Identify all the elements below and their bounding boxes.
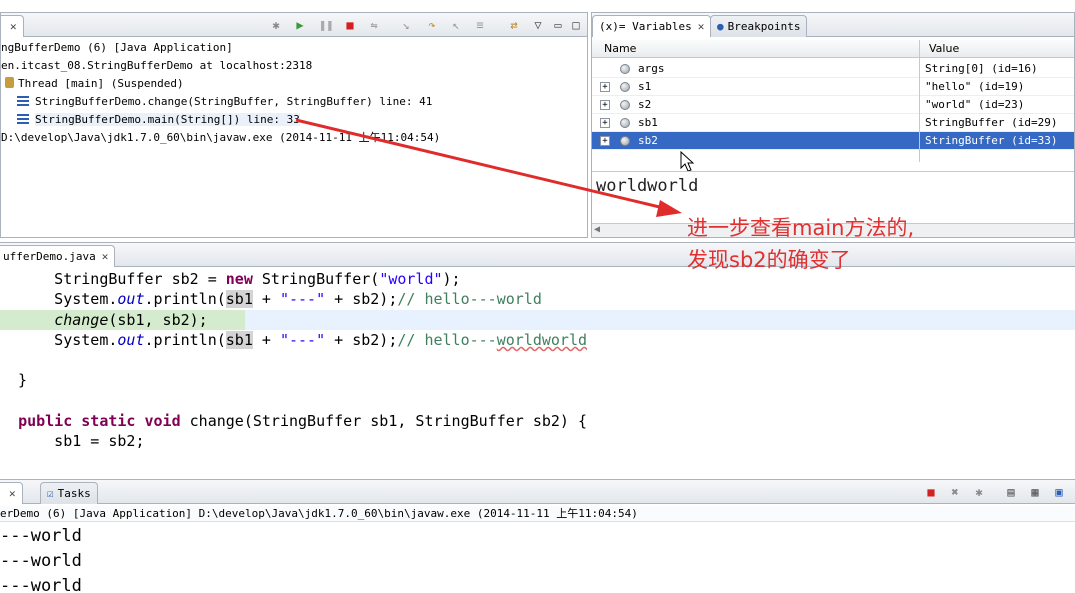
close-icon[interactable]: ✕: [9, 487, 16, 500]
variables-view: (x)= Variables ✕ ● Breakpoints Name Valu…: [591, 12, 1075, 238]
code-line: System.out.println(sb1 + "---" + sb2);//…: [0, 290, 542, 309]
code-line: sb1 = sb2;: [0, 432, 145, 451]
code-line: StringBuffer sb2 = new StringBuffer("wor…: [0, 270, 461, 288]
debug-toolbar: ✕ ✱ ▶ ❚❚ ■ ⇋ ↘ ↷ ↖ ≡ ⇄ ▽ ▭ □: [1, 13, 587, 37]
tab-tasks[interactable]: ☑ Tasks: [40, 482, 98, 504]
variable-row-s2[interactable]: + s2 "world" (id=23): [592, 96, 1074, 114]
local-variable-icon: [620, 118, 630, 128]
terminate-icon[interactable]: ■: [924, 485, 938, 499]
variables-tabbar: (x)= Variables ✕ ● Breakpoints: [592, 13, 1074, 37]
expand-icon[interactable]: +: [600, 82, 610, 92]
console-tabbar: ✕ ☑ Tasks ■ ✖ ✱ ▤ ▦ ▣: [0, 480, 1075, 504]
stack-frame-icon: [17, 114, 29, 124]
step-into-icon[interactable]: ↘: [399, 18, 413, 32]
debug-tree: ngBufferDemo (6) [Java Application] en.i…: [1, 39, 587, 147]
variable-row-s1[interactable]: + s1 "hello" (id=19): [592, 78, 1074, 96]
variable-row-args[interactable]: args String[0] (id=16): [592, 60, 1074, 78]
console-line: ---world: [0, 551, 82, 571]
stack-frame-main[interactable]: StringBufferDemo.main(String[]) line: 33: [1, 111, 587, 129]
column-value[interactable]: Value: [929, 42, 959, 55]
close-icon[interactable]: ✕: [10, 20, 17, 33]
expand-icon[interactable]: +: [600, 136, 610, 146]
variable-row-sb2[interactable]: + sb2 StringBuffer (id=33): [592, 132, 1074, 150]
code-line: }: [0, 371, 28, 390]
console-output[interactable]: ---world ---world ---world: [0, 524, 82, 593]
scroll-left-icon[interactable]: ◀: [594, 224, 600, 235]
view-menu-icon[interactable]: ▽: [531, 18, 545, 32]
tab-editor-file[interactable]: ufferDemo.java ✕: [0, 245, 116, 267]
console-process-title: erDemo (6) [Java Application] D:\develop…: [0, 506, 1075, 522]
thread-item[interactable]: Thread [main] (Suspended): [1, 75, 587, 93]
code-line: public static void change(StringBuffer s…: [18, 412, 588, 431]
annotation-text-line-2: 发现sb2的确变了: [687, 248, 851, 272]
suspend-icon[interactable]: ❚❚: [319, 18, 333, 32]
disconnect-icon[interactable]: ⇋: [367, 18, 381, 32]
process-item[interactable]: D:\develop\Java\jdk1.7.0_60\bin\javaw.ex…: [1, 129, 587, 147]
expand-icon[interactable]: +: [600, 100, 610, 110]
local-variable-icon: [620, 136, 630, 146]
maximize-icon[interactable]: □: [569, 18, 583, 32]
tab-console[interactable]: ✕: [0, 482, 23, 504]
minimize-icon[interactable]: ▭: [551, 18, 565, 32]
pin-console-icon[interactable]: ▣: [1052, 485, 1066, 499]
drop-to-frame-icon[interactable]: ≡: [473, 18, 487, 32]
annotation-text-line-1: 进一步查看main方法的,: [687, 216, 915, 240]
local-variable-icon: [620, 100, 630, 110]
close-icon[interactable]: ✕: [698, 20, 705, 33]
tab-debug[interactable]: ✕: [1, 15, 24, 37]
variables-table: args String[0] (id=16) + s1 "hello" (id=…: [592, 60, 1074, 150]
mouse-cursor-icon: [680, 151, 695, 172]
expand-icon[interactable]: +: [600, 118, 610, 128]
local-variable-icon: [620, 82, 630, 92]
breakpoint-icon: ●: [717, 20, 724, 33]
stack-frame-icon: [17, 96, 29, 106]
java-editor: ufferDemo.java ✕ StringBuffer sb2 = new …: [0, 242, 1075, 474]
variable-row-sb1[interactable]: + sb1 StringBuffer (id=29): [592, 114, 1074, 132]
console-view: ✕ ☑ Tasks ■ ✖ ✱ ▤ ▦ ▣ erDemo (6) [Java A…: [0, 479, 1075, 593]
remove-all-terminated-icon[interactable]: ✱: [972, 485, 986, 499]
local-variable-icon: [620, 64, 630, 74]
column-divider[interactable]: [919, 40, 920, 162]
debug-view: ✕ ✱ ▶ ❚❚ ■ ⇋ ↘ ↷ ↖ ≡ ⇄ ▽ ▭ □ ngBufferDem…: [0, 12, 588, 238]
scroll-lock-icon[interactable]: ▦: [1028, 485, 1042, 499]
tab-variables[interactable]: (x)= Variables ✕: [592, 15, 712, 37]
variables-header: Name Value: [592, 40, 1074, 58]
tasks-icon: ☑: [47, 487, 54, 500]
code-line: System.out.println(sb1 + "---" + sb2);//…: [0, 330, 588, 349]
code-area[interactable]: StringBuffer sb2 = new StringBuffer("wor…: [0, 269, 1075, 452]
remove-terminated-icon[interactable]: ✱: [269, 18, 283, 32]
stack-frame-change[interactable]: StringBufferDemo.change(StringBuffer, St…: [1, 93, 587, 111]
vm-item[interactable]: en.itcast_08.StringBufferDemo at localho…: [1, 57, 587, 75]
step-over-icon[interactable]: ↷: [425, 18, 439, 32]
clear-console-icon[interactable]: ▤: [1004, 485, 1018, 499]
close-icon[interactable]: ✕: [102, 250, 109, 263]
column-name[interactable]: Name: [604, 42, 636, 55]
console-line: ---world: [0, 576, 82, 593]
remove-launch-icon[interactable]: ✖: [948, 485, 962, 499]
terminate-icon[interactable]: ■: [343, 18, 357, 32]
launch-item[interactable]: ngBufferDemo (6) [Java Application]: [1, 39, 587, 57]
step-return-icon[interactable]: ↖: [449, 18, 463, 32]
tab-breakpoints[interactable]: ● Breakpoints: [710, 15, 808, 37]
thread-icon: [5, 77, 14, 88]
editor-tabbar: ufferDemo.java ✕: [0, 243, 1075, 267]
resume-icon[interactable]: ▶: [293, 18, 307, 32]
use-step-filters-icon[interactable]: ⇄: [507, 18, 521, 32]
current-instruction-line: change(sb1, sb2);: [0, 309, 1075, 331]
console-line: ---world: [0, 526, 82, 546]
